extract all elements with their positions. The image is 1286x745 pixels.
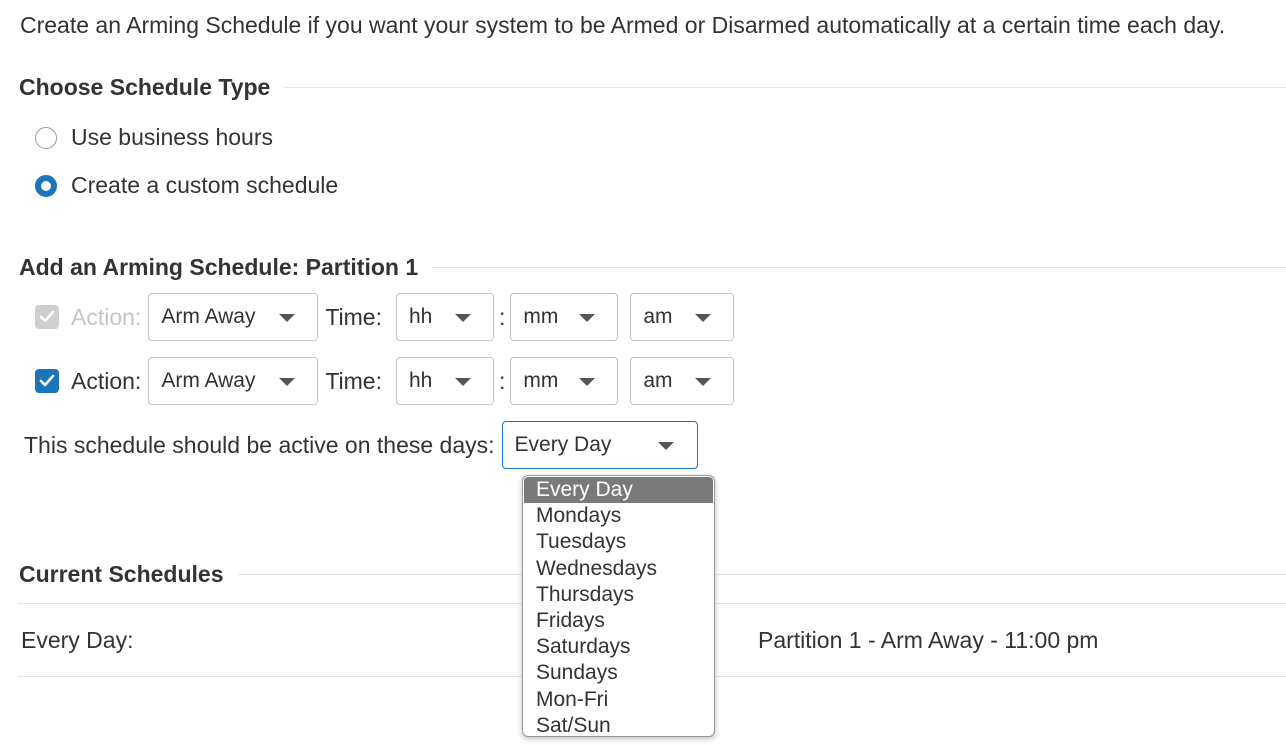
schedule-days-cell: Every Day: xyxy=(21,627,134,653)
time-label: Time: xyxy=(325,367,382,394)
schedule-type-header: Choose Schedule Type xyxy=(19,72,1286,102)
dropdown-option-tuesdays[interactable]: Tuesdays xyxy=(523,529,714,555)
action-label: Action: xyxy=(71,303,142,330)
dropdown-option-sat-sun[interactable]: Sat/Sun xyxy=(523,713,714,736)
chevron-down-icon xyxy=(454,314,471,322)
divider xyxy=(237,573,1286,575)
chevron-down-icon xyxy=(454,378,471,386)
ampm-select[interactable]: am xyxy=(630,357,735,405)
hour-select-value: hh xyxy=(408,305,433,328)
dropdown-option-wednesdays[interactable]: Wednesdays xyxy=(523,556,714,582)
days-select[interactable]: Every Day xyxy=(501,421,698,469)
action-label: Action: xyxy=(71,367,142,394)
ampm-select[interactable]: am xyxy=(630,293,735,341)
chevron-down-icon xyxy=(279,378,296,386)
minute-select-value: mm xyxy=(523,305,559,328)
dropdown-option-thursdays[interactable]: Thursdays xyxy=(523,582,714,608)
add-schedule-header: Add an Arming Schedule: Partition 1 xyxy=(19,252,1286,282)
time-separator: : xyxy=(498,303,506,330)
minute-select[interactable]: mm xyxy=(510,357,619,405)
time-label: Time: xyxy=(325,303,382,330)
schedule-detail-cell: Partition 1 - Arm Away - 11:00 pm xyxy=(758,627,1099,653)
schedule-type-title: Choose Schedule Type xyxy=(19,73,271,100)
action-select[interactable]: Arm Away xyxy=(148,293,319,341)
minute-select[interactable]: mm xyxy=(510,293,619,341)
chevron-down-icon xyxy=(695,314,712,322)
check-icon xyxy=(39,310,55,323)
dropdown-option-mon-fri[interactable]: Mon-Fri xyxy=(523,687,714,713)
intro-text: Create an Arming Schedule if you want yo… xyxy=(20,12,1226,38)
radio-label: Create a custom schedule xyxy=(71,172,339,198)
action-select[interactable]: Arm Away xyxy=(148,357,319,405)
dropdown-option-every-day[interactable]: Every Day xyxy=(524,477,713,504)
radio-label: Use business hours xyxy=(71,124,273,150)
chevron-down-icon xyxy=(579,314,596,322)
radio-business-hours[interactable]: Use business hours xyxy=(35,124,273,151)
dropdown-option-fridays[interactable]: Fridays xyxy=(523,608,714,634)
days-label: This schedule should be active on these … xyxy=(24,431,495,458)
radio-button-unchecked[interactable] xyxy=(35,126,57,149)
dropdown-option-mondays[interactable]: Mondays xyxy=(523,503,714,529)
chevron-down-icon xyxy=(279,314,296,322)
dropdown-option-sundays[interactable]: Sundays xyxy=(523,660,714,686)
minute-select-value: mm xyxy=(523,369,559,392)
time-separator: : xyxy=(498,367,506,394)
chevron-down-icon xyxy=(695,378,712,386)
radio-button-checked[interactable] xyxy=(35,174,57,197)
ampm-select-value: am xyxy=(643,369,673,392)
enable-checkbox-checked[interactable] xyxy=(35,369,59,393)
add-schedule-title: Add an Arming Schedule: Partition 1 xyxy=(19,253,419,280)
schedule-row-2: Action: Arm Away Time: hh : mm am xyxy=(35,357,735,405)
hour-select[interactable]: hh xyxy=(395,357,494,405)
radio-custom-schedule[interactable]: Create a custom schedule xyxy=(35,172,338,199)
days-dropdown-list[interactable]: Every Day Mondays Tuesdays Wednesdays Th… xyxy=(522,475,715,737)
schedule-row-1: Action: Arm Away Time: hh : mm am xyxy=(35,293,735,341)
days-row: This schedule should be active on these … xyxy=(24,421,698,469)
enable-checkbox-disabled[interactable] xyxy=(35,305,59,329)
hour-select-value: hh xyxy=(408,369,433,392)
hour-select[interactable]: hh xyxy=(395,293,494,341)
divider xyxy=(432,266,1286,268)
chevron-down-icon xyxy=(579,378,596,386)
days-select-value: Every Day xyxy=(514,433,612,456)
check-icon xyxy=(39,374,55,387)
current-schedules-title: Current Schedules xyxy=(19,560,224,587)
chevron-down-icon xyxy=(657,442,674,450)
dropdown-option-saturdays[interactable]: Saturdays xyxy=(523,634,714,660)
action-select-value: Arm Away xyxy=(161,369,256,392)
action-select-value: Arm Away xyxy=(161,305,256,328)
divider xyxy=(284,86,1286,88)
ampm-select-value: am xyxy=(643,305,673,328)
